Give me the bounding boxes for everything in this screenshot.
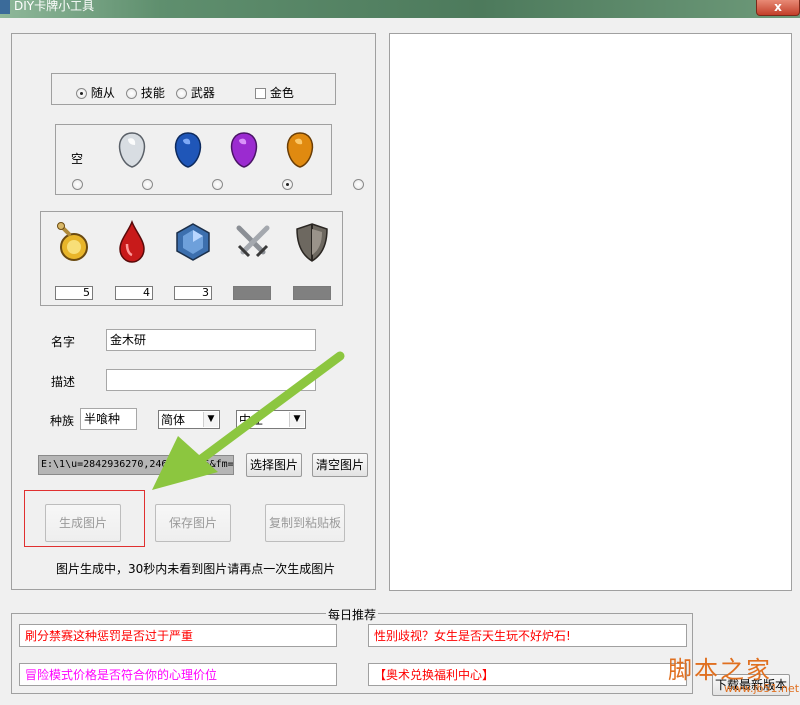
radio-spell-dot[interactable] <box>126 88 137 99</box>
armor-crystal-icon <box>176 223 210 261</box>
golden-checkbox-box[interactable] <box>255 88 266 99</box>
health-drop-icon <box>119 220 145 263</box>
watermark-logo: 脚本之家 <box>668 656 772 684</box>
weapon-attack-input[interactable] <box>233 286 271 300</box>
recommend-link-1[interactable]: 刷分禁赛这种惩罚是否过于严重 <box>19 624 337 647</box>
radio-minion-dot[interactable] <box>76 88 87 99</box>
race-input[interactable]: 半喰种 <box>80 408 137 430</box>
app-icon <box>0 0 10 14</box>
window-title: DIY卡牌小工具 <box>14 0 95 13</box>
rarity-empty-label: 空 <box>71 152 84 166</box>
shield-icon <box>296 223 328 262</box>
name-label: 名字 <box>51 335 76 349</box>
copy-to-clipboard-button[interactable]: 复制到粘贴板 <box>265 504 345 542</box>
save-image-button[interactable]: 保存图片 <box>155 504 231 542</box>
durability-input[interactable] <box>293 286 331 300</box>
recommend-link-3[interactable]: 冒险模式价格是否符合你的心理价位 <box>19 663 337 686</box>
watermark-url: www.jb51.net <box>724 682 800 695</box>
close-button[interactable]: x <box>756 0 800 16</box>
daily-recommend-title: 每日推荐 <box>326 606 379 623</box>
gem-purple-icon <box>230 132 258 168</box>
name-input[interactable]: 金木研 <box>106 329 316 351</box>
radio-weapon-dot[interactable] <box>176 88 187 99</box>
rarity-radio-blue[interactable] <box>211 179 223 190</box>
card-preview-area <box>389 33 792 591</box>
radio-weapon-label: 武器 <box>190 86 215 100</box>
gem-orange-icon <box>286 132 314 168</box>
radio-spell[interactable]: 技能 <box>126 84 165 101</box>
green-arrow-icon <box>152 351 345 490</box>
recommend-link-4[interactable]: 【奥术兑换福利中心】 <box>368 663 687 686</box>
title-bar[interactable]: DIY卡牌小工具 x <box>0 0 800 18</box>
mana-icon <box>57 222 88 261</box>
rarity-radio-white[interactable] <box>141 179 153 190</box>
radio-weapon[interactable]: 武器 <box>176 84 215 101</box>
golden-checkbox[interactable]: 金色 <box>255 84 294 101</box>
crossed-swords-icon <box>236 225 270 258</box>
race-label: 种族 <box>50 414 75 428</box>
description-label: 描述 <box>51 375 76 389</box>
radio-minion-label: 随从 <box>90 86 115 100</box>
rarity-radio-empty[interactable] <box>72 179 83 190</box>
attack-input[interactable]: 4 <box>115 286 153 300</box>
gem-white-icon <box>118 132 146 168</box>
cost-input[interactable]: 5 <box>55 286 93 300</box>
generate-hint: 图片生成中，30秒内未看到图片请再点一次生成图片 <box>56 562 336 576</box>
generate-image-button[interactable]: 生成图片 <box>45 504 121 542</box>
recommend-link-2[interactable]: 性别歧视？女生是否天生玩不好炉石! <box>368 624 687 647</box>
health-input[interactable]: 3 <box>174 286 212 300</box>
golden-checkbox-label: 金色 <box>269 86 294 100</box>
radio-spell-label: 技能 <box>140 86 165 100</box>
radio-minion[interactable]: 随从 <box>76 84 115 101</box>
gem-blue-icon <box>174 132 202 168</box>
